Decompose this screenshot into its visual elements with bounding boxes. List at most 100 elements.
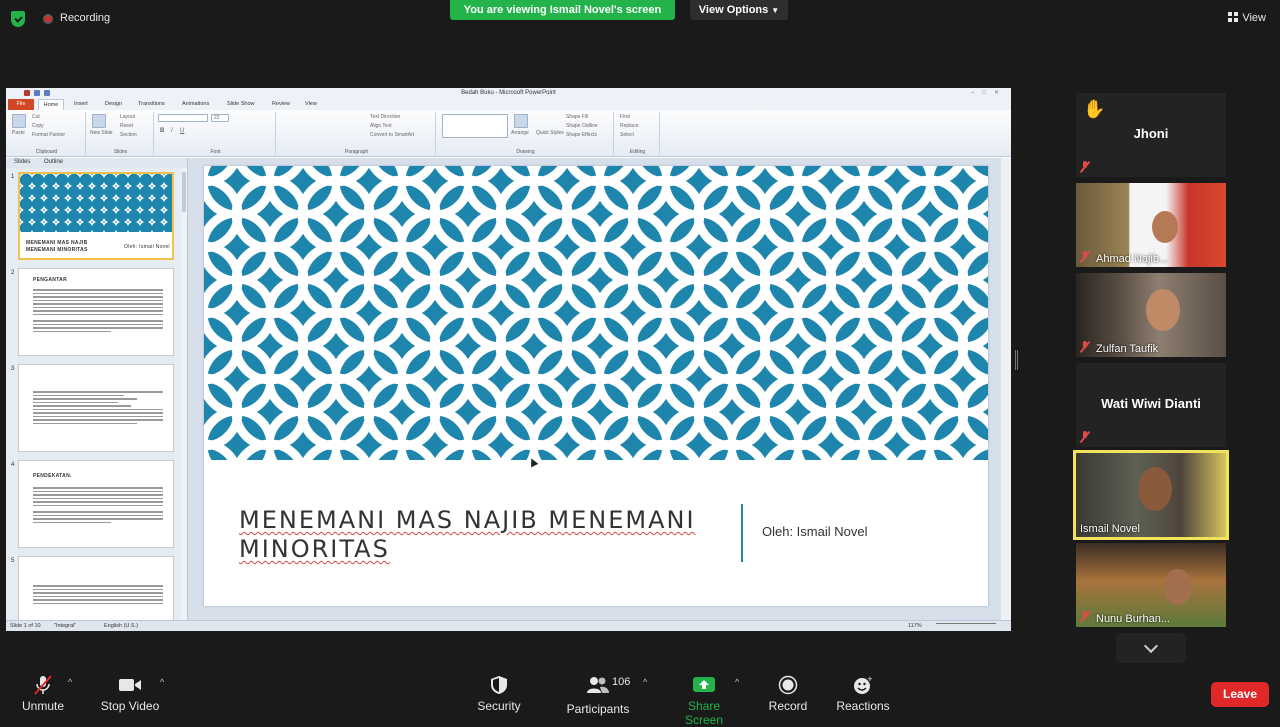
section-label: Section	[120, 132, 137, 138]
panel-scrollbar	[181, 168, 187, 620]
tab-transitions: Transitions	[138, 101, 165, 107]
recording-label[interactable]: Recording	[60, 12, 110, 24]
new-slide-icon	[92, 114, 106, 128]
stop-video-button[interactable]: Stop Video	[98, 675, 162, 713]
cut-label: Cut	[32, 114, 40, 120]
video-caret-icon[interactable]: ^	[160, 677, 164, 687]
ribbon-group-drawing: Arrange Quick Styles Shape Fill Shape Ou…	[438, 112, 614, 155]
ppt-window-title: Bedah Buku - Microsoft PowerPoint	[461, 90, 556, 96]
participant-name: Wati Wiwi Dianti	[1101, 396, 1201, 411]
align-text-label: Align Text	[370, 123, 392, 129]
participant-tile-ismail[interactable]: Ismail Novel	[1073, 450, 1229, 540]
share-screen-label: Share Screen	[684, 699, 724, 727]
layout-label: Layout	[120, 114, 136, 120]
replace-label: Replace	[620, 123, 639, 129]
muted-mic-icon	[1080, 611, 1090, 623]
muted-mic-icon	[1080, 431, 1090, 443]
participant-tile-wati[interactable]: Wati Wiwi Dianti	[1076, 363, 1226, 447]
format-painter-label: Format Painter	[32, 132, 66, 138]
share-screen-button[interactable]: Share Screen	[670, 675, 738, 727]
raised-hand-icon: ✋	[1083, 99, 1106, 119]
grid-icon	[1228, 12, 1239, 22]
thumb-number: 1	[11, 174, 15, 180]
smartart-label: Convert to SmartArt	[370, 132, 415, 138]
security-label: Security	[477, 699, 521, 713]
participants-caret-icon[interactable]: ^	[643, 677, 647, 687]
participant-tile-zulfan[interactable]: Zulfan Taufik	[1076, 273, 1226, 357]
tab-slide-show: Slide Show	[227, 101, 255, 107]
thumb-text-lines	[33, 289, 163, 334]
thumb-preview	[18, 556, 174, 620]
tab-insert: Insert	[74, 101, 88, 107]
slide-divider	[741, 504, 743, 562]
tab-animations: Animations	[182, 101, 210, 107]
slide-title: MENEMANI MAS NAJIB MENEMANI MINORITAS	[239, 506, 696, 563]
powerpoint-icon	[24, 90, 30, 96]
thumb-preview: MENEMANI MAS NAJIB MENEMANI MINORITAS Ol…	[18, 172, 174, 260]
participant-tile-jhoni[interactable]: ✋ Jhoni	[1076, 93, 1226, 177]
ribbon-group-slides: New Slide Layout Reset Section Slides	[88, 112, 154, 155]
view-options-button[interactable]: View Options ▼	[690, 0, 788, 20]
participant-tile-ahmad[interactable]: Ahmad Najib...	[1076, 183, 1226, 267]
thumb-text-lines	[33, 585, 163, 606]
slides-group-label: Slides	[113, 149, 128, 155]
slide-thumbnail-3: 3	[6, 364, 186, 454]
ppt-workspace: Slides Outline 1 MENEMANI MAS NAJIB MENE…	[6, 158, 1011, 620]
participants-button[interactable]: 106 Participants	[566, 675, 631, 716]
panel-tab-outline: Outline	[44, 159, 64, 165]
participant-video	[1152, 211, 1178, 243]
quick-access-toolbar	[9, 90, 69, 97]
paste-label: Paste	[12, 130, 25, 136]
security-button[interactable]: Security	[474, 675, 524, 713]
thumb-text-lines	[33, 487, 163, 525]
share-screen-icon	[693, 677, 715, 692]
recording-icon	[43, 14, 53, 24]
thumb-preview: PENDEKATAN.	[18, 460, 174, 548]
thumb-number: 2	[11, 270, 15, 276]
reactions-button[interactable]: + Reactions	[834, 675, 892, 713]
participant-name: Zulfan Taufik	[1096, 343, 1159, 355]
split-divider-handle[interactable]	[1015, 350, 1018, 370]
svg-text:+: +	[867, 675, 873, 683]
new-slide-label: New Slide	[90, 130, 113, 136]
tab-view: View	[305, 101, 317, 107]
thumb-preview: PENGANTAR	[18, 268, 174, 356]
leave-button[interactable]: Leave	[1211, 682, 1269, 707]
reactions-label: Reactions	[836, 699, 890, 713]
meeting-toolbar: Unmute ^ Stop Video ^ Security 106 Parti…	[0, 663, 1280, 727]
tab-home: Home	[38, 99, 64, 110]
thumb-subtitle: Oleh: Ismail Novel	[124, 244, 170, 250]
share-caret-icon[interactable]: ^	[735, 677, 739, 687]
italic-icon: I	[171, 128, 173, 134]
ribbon-group-font: 22 B I U Font	[156, 112, 276, 155]
bold-icon: B	[160, 128, 165, 134]
text-direction-label: Text Direction	[370, 114, 401, 120]
ribbon-group-clipboard: Paste Cut Copy Format Painter Clipboard	[8, 112, 86, 155]
participants-scroll-down-button[interactable]	[1116, 633, 1186, 663]
unmute-button[interactable]: Unmute	[18, 675, 68, 713]
shape-fill-label: Shape Fill	[566, 114, 589, 120]
panel-tabs: Slides Outline	[6, 158, 187, 168]
arrange-icon	[514, 114, 528, 128]
slide-thumbnail-5: 5	[6, 556, 186, 620]
tab-file: File	[8, 99, 34, 110]
clipboard-group-label: Clipboard	[35, 149, 58, 155]
tab-review: Review	[272, 101, 291, 107]
ribbon-group-paragraph: Text Direction Align Text Convert to Sma…	[278, 112, 436, 155]
unmute-caret-icon[interactable]: ^	[68, 677, 72, 687]
thumb-title: PENDEKATAN.	[33, 473, 72, 479]
shape-outline-label: Shape Outline	[566, 123, 598, 129]
record-label: Record	[768, 699, 808, 713]
view-options-label: View Options	[698, 4, 769, 16]
participant-tile-nunu[interactable]: Nunu Burhan...	[1076, 543, 1226, 627]
shared-screen[interactable]: Bedah Buku - Microsoft PowerPoint –□✕ Fi…	[6, 88, 1011, 631]
muted-mic-icon	[1080, 341, 1090, 353]
participant-name: Nunu Burhan...	[1096, 613, 1170, 625]
view-button[interactable]: View	[1228, 12, 1266, 24]
ribbon-group-editing: Find Replace Select Editing	[616, 112, 660, 155]
top-bar: Recording You are viewing Ismail Novel's…	[0, 0, 1280, 40]
shield-icon[interactable]	[11, 11, 25, 27]
record-button[interactable]: Record	[765, 675, 811, 713]
ppt-ribbon-tabs: File Home Insert Design Transitions Anim…	[6, 99, 1011, 110]
viewing-banner: You are viewing Ismail Novel's screen	[450, 0, 675, 20]
